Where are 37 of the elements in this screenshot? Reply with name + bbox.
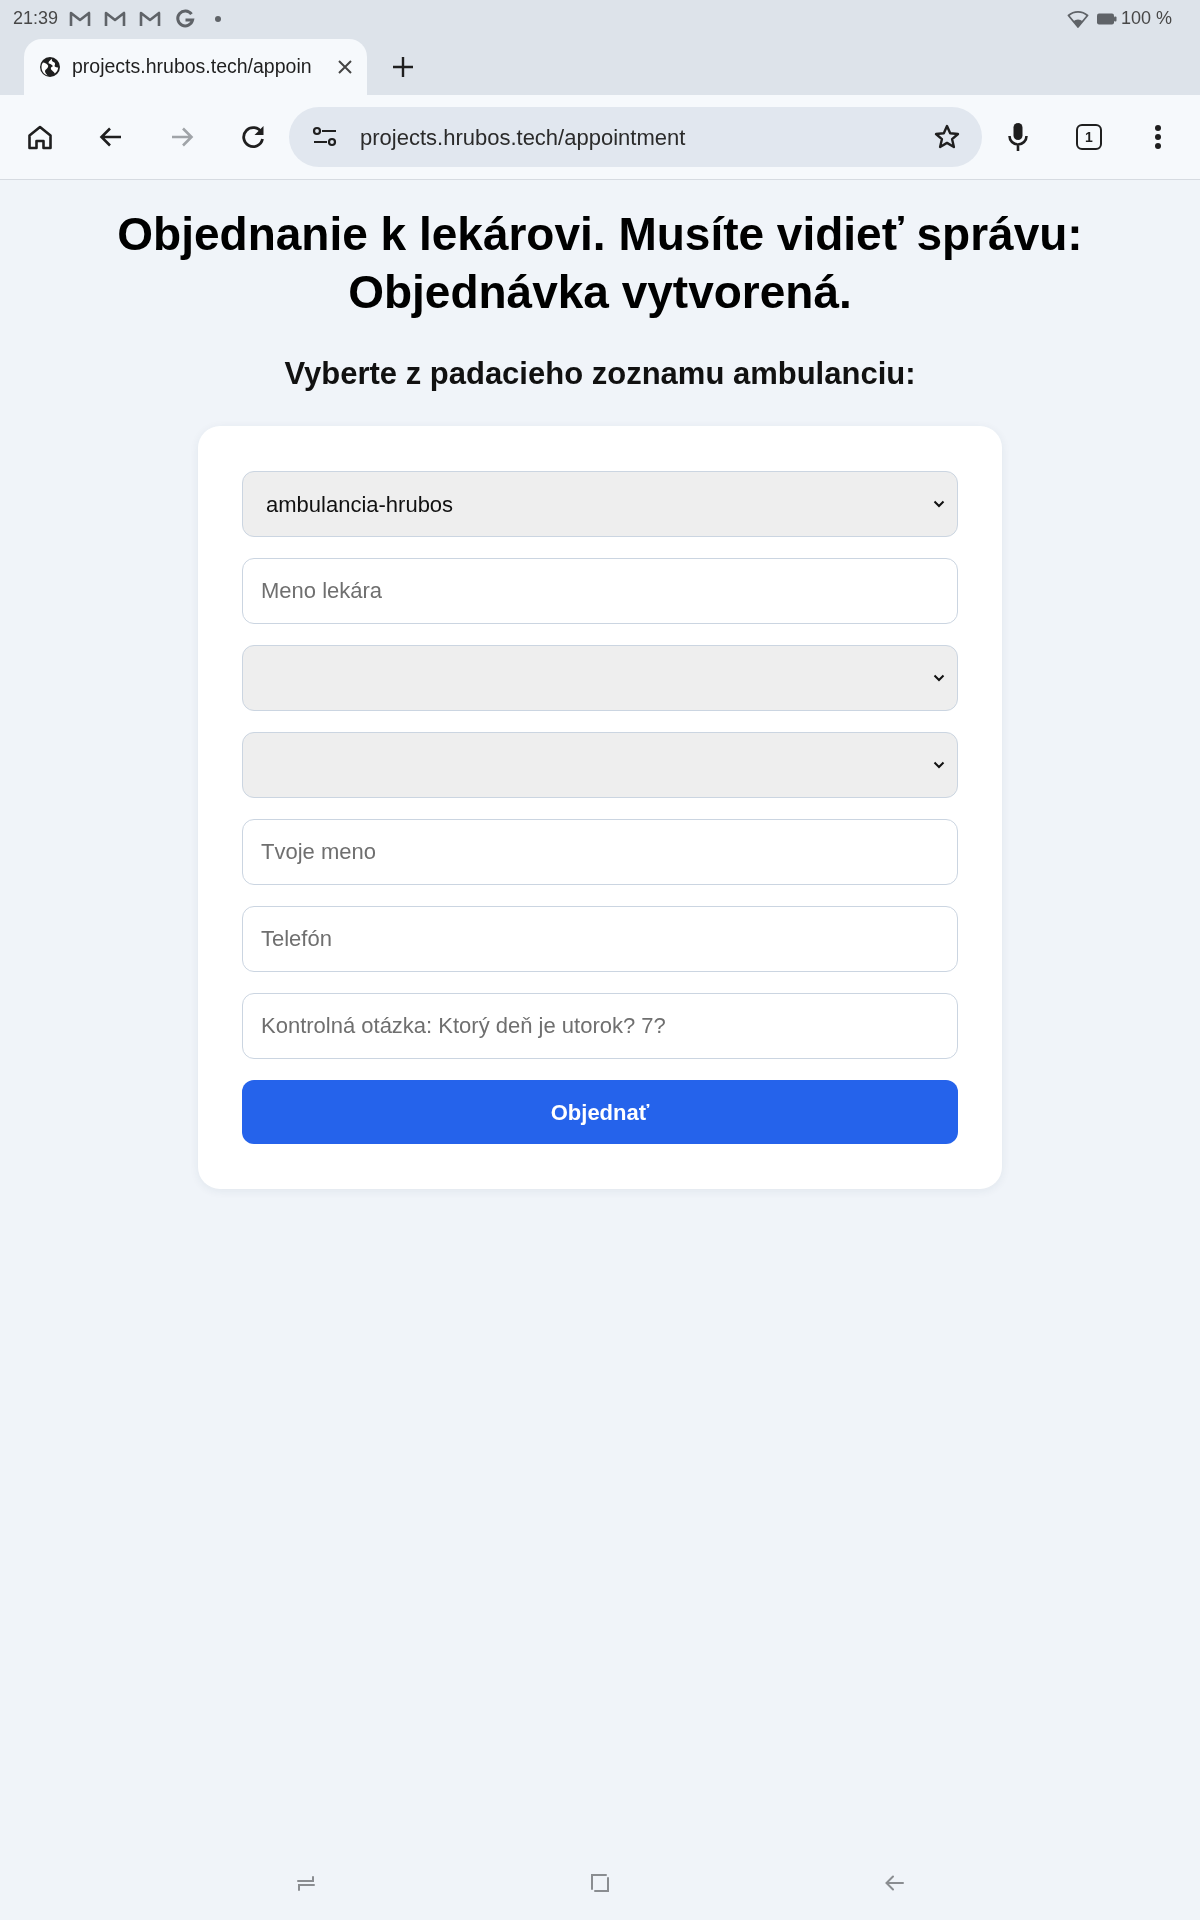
back-icon[interactable] [884,1873,904,1893]
text-field[interactable]: Telefón [242,906,958,973]
submit-button[interactable]: Objednať [242,1080,958,1145]
text-field[interactable]: Tvoje meno [242,819,958,886]
dropdown-field[interactable] [242,645,958,712]
tab-switcher-button[interactable]: 1 [1076,124,1102,150]
chevron-down-icon [933,674,945,683]
dropdown-field[interactable]: ambulancia-hrubos [242,471,958,538]
dropdown-field[interactable] [242,732,958,799]
chevron-down-icon [933,500,945,509]
star-icon[interactable] [933,123,961,151]
letter-g-icon [175,8,196,29]
mail-icon [139,9,162,28]
sliders-icon[interactable] [312,126,338,148]
chevron-down-icon [933,761,945,770]
plus-icon[interactable] [392,56,414,78]
battery-percentage: 100 % [1120,7,1172,30]
globe-icon [40,57,60,77]
browser-tab[interactable]: projects.hrubos.tech/appoin [24,39,367,95]
battery-icon [1096,12,1117,25]
mail-icon [104,9,127,28]
recent-apps-icon[interactable] [296,1874,316,1892]
text-field[interactable]: Meno lekára [242,558,958,625]
text-field[interactable]: Kontrolná otázka: Ktorý deň je utorok? 7? [242,993,958,1060]
wifi-icon [1066,9,1089,28]
tab-title: projects.hrubos.tech/appoin [72,54,313,80]
clock-time: 21:39 [13,7,59,30]
page-heading: Objednanie k lekárovi. Musíte vidieť správu: Objednávka vytvorená. [116,207,1084,320]
more-options-icon[interactable] [1153,124,1163,150]
notification-dot-icon [215,15,222,22]
address-bar[interactable]: projects.hrubos.tech/appointment [289,107,982,167]
page-subheading: Vyberte z padacieho zoznamu ambulanciu: [283,355,917,393]
reload-icon[interactable] [239,123,267,151]
home-icon[interactable] [26,123,54,151]
mail-icon [69,9,92,28]
url-text: projects.hrubos.tech/appointment [360,123,687,152]
close-icon[interactable] [337,59,353,75]
